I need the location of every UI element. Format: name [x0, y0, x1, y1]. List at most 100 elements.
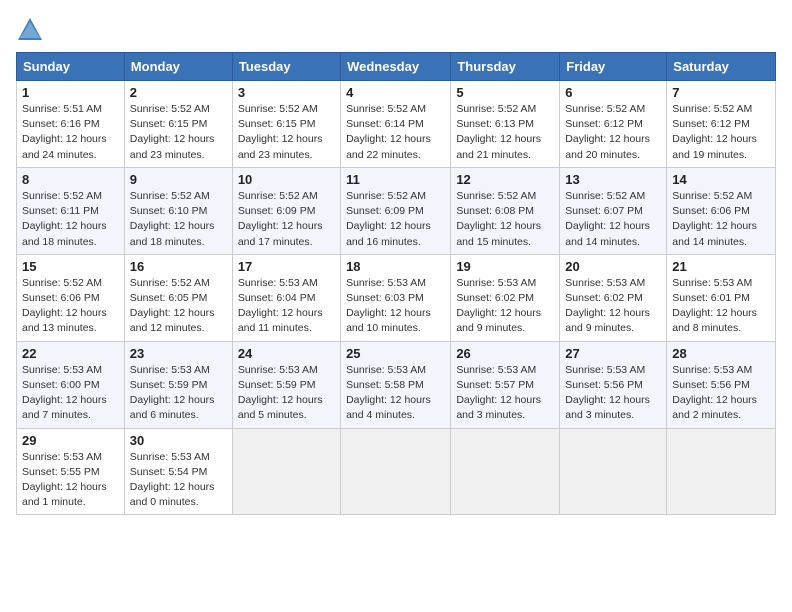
- calendar-cell: 18 Sunrise: 5:53 AMSunset: 6:03 PMDaylig…: [341, 254, 451, 341]
- day-info: Sunrise: 5:52 AMSunset: 6:11 PMDaylight:…: [22, 189, 119, 250]
- col-header-monday: Monday: [124, 53, 232, 81]
- day-info: Sunrise: 5:52 AMSunset: 6:12 PMDaylight:…: [672, 102, 770, 163]
- day-info: Sunrise: 5:53 AMSunset: 5:54 PMDaylight:…: [130, 450, 227, 511]
- week-row-4: 22 Sunrise: 5:53 AMSunset: 6:00 PMDaylig…: [17, 341, 776, 428]
- calendar: SundayMondayTuesdayWednesdayThursdayFrid…: [16, 52, 776, 515]
- day-number: 6: [565, 85, 661, 100]
- calendar-cell: [560, 428, 667, 515]
- calendar-cell: 20 Sunrise: 5:53 AMSunset: 6:02 PMDaylig…: [560, 254, 667, 341]
- calendar-cell: 27 Sunrise: 5:53 AMSunset: 5:56 PMDaylig…: [560, 341, 667, 428]
- calendar-cell: [232, 428, 340, 515]
- day-info: Sunrise: 5:53 AMSunset: 5:56 PMDaylight:…: [672, 363, 770, 424]
- calendar-cell: 23 Sunrise: 5:53 AMSunset: 5:59 PMDaylig…: [124, 341, 232, 428]
- calendar-cell: 15 Sunrise: 5:52 AMSunset: 6:06 PMDaylig…: [17, 254, 125, 341]
- calendar-cell: 19 Sunrise: 5:53 AMSunset: 6:02 PMDaylig…: [451, 254, 560, 341]
- calendar-cell: [451, 428, 560, 515]
- day-info: Sunrise: 5:52 AMSunset: 6:09 PMDaylight:…: [238, 189, 335, 250]
- calendar-cell: 10 Sunrise: 5:52 AMSunset: 6:09 PMDaylig…: [232, 167, 340, 254]
- col-header-wednesday: Wednesday: [341, 53, 451, 81]
- day-number: 17: [238, 259, 335, 274]
- day-info: Sunrise: 5:53 AMSunset: 5:55 PMDaylight:…: [22, 450, 119, 511]
- day-number: 24: [238, 346, 335, 361]
- day-info: Sunrise: 5:53 AMSunset: 6:04 PMDaylight:…: [238, 276, 335, 337]
- day-number: 21: [672, 259, 770, 274]
- logo-icon: [16, 16, 44, 44]
- day-number: 13: [565, 172, 661, 187]
- day-info: Sunrise: 5:52 AMSunset: 6:15 PMDaylight:…: [130, 102, 227, 163]
- day-info: Sunrise: 5:53 AMSunset: 6:03 PMDaylight:…: [346, 276, 445, 337]
- day-info: Sunrise: 5:52 AMSunset: 6:09 PMDaylight:…: [346, 189, 445, 250]
- day-info: Sunrise: 5:52 AMSunset: 6:13 PMDaylight:…: [456, 102, 554, 163]
- calendar-cell: 6 Sunrise: 5:52 AMSunset: 6:12 PMDayligh…: [560, 81, 667, 168]
- calendar-cell: 28 Sunrise: 5:53 AMSunset: 5:56 PMDaylig…: [667, 341, 776, 428]
- day-number: 7: [672, 85, 770, 100]
- day-number: 2: [130, 85, 227, 100]
- day-number: 26: [456, 346, 554, 361]
- col-header-saturday: Saturday: [667, 53, 776, 81]
- calendar-cell: 13 Sunrise: 5:52 AMSunset: 6:07 PMDaylig…: [560, 167, 667, 254]
- calendar-header-row: SundayMondayTuesdayWednesdayThursdayFrid…: [17, 53, 776, 81]
- calendar-cell: 3 Sunrise: 5:52 AMSunset: 6:15 PMDayligh…: [232, 81, 340, 168]
- calendar-cell: 5 Sunrise: 5:52 AMSunset: 6:13 PMDayligh…: [451, 81, 560, 168]
- day-number: 15: [22, 259, 119, 274]
- col-header-thursday: Thursday: [451, 53, 560, 81]
- day-number: 3: [238, 85, 335, 100]
- day-number: 29: [22, 433, 119, 448]
- col-header-tuesday: Tuesday: [232, 53, 340, 81]
- day-info: Sunrise: 5:53 AMSunset: 6:02 PMDaylight:…: [456, 276, 554, 337]
- day-number: 1: [22, 85, 119, 100]
- calendar-cell: 1 Sunrise: 5:51 AMSunset: 6:16 PMDayligh…: [17, 81, 125, 168]
- day-number: 30: [130, 433, 227, 448]
- day-number: 16: [130, 259, 227, 274]
- calendar-cell: 24 Sunrise: 5:53 AMSunset: 5:59 PMDaylig…: [232, 341, 340, 428]
- calendar-cell: 7 Sunrise: 5:52 AMSunset: 6:12 PMDayligh…: [667, 81, 776, 168]
- day-info: Sunrise: 5:52 AMSunset: 6:06 PMDaylight:…: [672, 189, 770, 250]
- calendar-cell: 9 Sunrise: 5:52 AMSunset: 6:10 PMDayligh…: [124, 167, 232, 254]
- day-number: 5: [456, 85, 554, 100]
- day-number: 27: [565, 346, 661, 361]
- day-info: Sunrise: 5:51 AMSunset: 6:16 PMDaylight:…: [22, 102, 119, 163]
- calendar-cell: 14 Sunrise: 5:52 AMSunset: 6:06 PMDaylig…: [667, 167, 776, 254]
- day-number: 20: [565, 259, 661, 274]
- calendar-cell: 29 Sunrise: 5:53 AMSunset: 5:55 PMDaylig…: [17, 428, 125, 515]
- calendar-cell: 12 Sunrise: 5:52 AMSunset: 6:08 PMDaylig…: [451, 167, 560, 254]
- day-info: Sunrise: 5:53 AMSunset: 6:02 PMDaylight:…: [565, 276, 661, 337]
- day-info: Sunrise: 5:52 AMSunset: 6:08 PMDaylight:…: [456, 189, 554, 250]
- calendar-cell: 25 Sunrise: 5:53 AMSunset: 5:58 PMDaylig…: [341, 341, 451, 428]
- day-number: 25: [346, 346, 445, 361]
- day-number: 9: [130, 172, 227, 187]
- day-info: Sunrise: 5:52 AMSunset: 6:06 PMDaylight:…: [22, 276, 119, 337]
- day-info: Sunrise: 5:52 AMSunset: 6:14 PMDaylight:…: [346, 102, 445, 163]
- day-info: Sunrise: 5:53 AMSunset: 5:59 PMDaylight:…: [238, 363, 335, 424]
- day-info: Sunrise: 5:53 AMSunset: 6:00 PMDaylight:…: [22, 363, 119, 424]
- calendar-cell: 4 Sunrise: 5:52 AMSunset: 6:14 PMDayligh…: [341, 81, 451, 168]
- week-row-5: 29 Sunrise: 5:53 AMSunset: 5:55 PMDaylig…: [17, 428, 776, 515]
- day-info: Sunrise: 5:52 AMSunset: 6:10 PMDaylight:…: [130, 189, 227, 250]
- day-number: 12: [456, 172, 554, 187]
- day-number: 28: [672, 346, 770, 361]
- week-row-3: 15 Sunrise: 5:52 AMSunset: 6:06 PMDaylig…: [17, 254, 776, 341]
- day-number: 14: [672, 172, 770, 187]
- day-number: 10: [238, 172, 335, 187]
- calendar-cell: 11 Sunrise: 5:52 AMSunset: 6:09 PMDaylig…: [341, 167, 451, 254]
- day-number: 23: [130, 346, 227, 361]
- week-row-1: 1 Sunrise: 5:51 AMSunset: 6:16 PMDayligh…: [17, 81, 776, 168]
- calendar-cell: [341, 428, 451, 515]
- day-info: Sunrise: 5:53 AMSunset: 5:59 PMDaylight:…: [130, 363, 227, 424]
- day-info: Sunrise: 5:52 AMSunset: 6:05 PMDaylight:…: [130, 276, 227, 337]
- calendar-cell: 17 Sunrise: 5:53 AMSunset: 6:04 PMDaylig…: [232, 254, 340, 341]
- header: [16, 16, 776, 44]
- logo: [16, 16, 48, 44]
- calendar-cell: 2 Sunrise: 5:52 AMSunset: 6:15 PMDayligh…: [124, 81, 232, 168]
- calendar-cell: 22 Sunrise: 5:53 AMSunset: 6:00 PMDaylig…: [17, 341, 125, 428]
- week-row-2: 8 Sunrise: 5:52 AMSunset: 6:11 PMDayligh…: [17, 167, 776, 254]
- calendar-cell: 16 Sunrise: 5:52 AMSunset: 6:05 PMDaylig…: [124, 254, 232, 341]
- calendar-cell: 30 Sunrise: 5:53 AMSunset: 5:54 PMDaylig…: [124, 428, 232, 515]
- day-info: Sunrise: 5:53 AMSunset: 5:57 PMDaylight:…: [456, 363, 554, 424]
- day-number: 8: [22, 172, 119, 187]
- day-info: Sunrise: 5:52 AMSunset: 6:15 PMDaylight:…: [238, 102, 335, 163]
- day-number: 11: [346, 172, 445, 187]
- calendar-cell: 21 Sunrise: 5:53 AMSunset: 6:01 PMDaylig…: [667, 254, 776, 341]
- calendar-cell: [667, 428, 776, 515]
- calendar-cell: 26 Sunrise: 5:53 AMSunset: 5:57 PMDaylig…: [451, 341, 560, 428]
